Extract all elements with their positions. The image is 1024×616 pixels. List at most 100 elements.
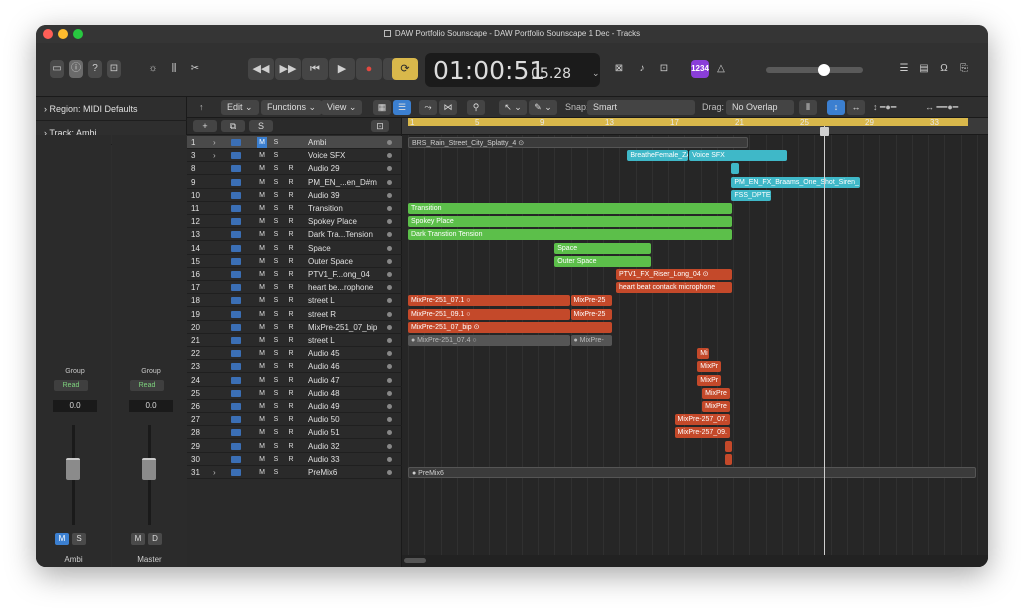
- vertical-zoom-icon[interactable]: ↕: [827, 100, 845, 115]
- audio-region[interactable]: PTV1_FX_Riser_Long_04 ⊙: [616, 269, 732, 280]
- grid-view-icon[interactable]: ▦: [373, 100, 391, 115]
- flex-icon[interactable]: ⋈: [439, 100, 457, 115]
- track-row[interactable]: 11 M S R Transition: [187, 202, 402, 215]
- track-row[interactable]: 3 › M S Voice SFX: [187, 149, 402, 163]
- track-mute-button[interactable]: M: [257, 441, 267, 452]
- audio-region[interactable]: PM_EN_FX_Braams_One_Shot_Siren_: [731, 176, 861, 188]
- track-name[interactable]: Audio 49: [308, 400, 392, 413]
- track-row[interactable]: 14 M S R Space: [187, 242, 402, 255]
- track-record-button[interactable]: R: [286, 177, 296, 188]
- track-solo-button[interactable]: S: [271, 256, 281, 267]
- audio-region[interactable]: FSS_DPTE: [731, 189, 771, 201]
- automation-mode[interactable]: Read: [54, 380, 88, 391]
- dim-button[interactable]: D: [148, 533, 162, 545]
- ruler[interactable]: 1 5 9 13 17 21 25 29 33: [402, 118, 988, 135]
- track-name[interactable]: Ambi: [308, 136, 392, 149]
- track-name[interactable]: Audio 32: [308, 440, 392, 453]
- track-mute-button[interactable]: M: [257, 269, 267, 280]
- track-mute-button[interactable]: M: [257, 467, 267, 478]
- track-record-button[interactable]: R: [286, 309, 296, 320]
- track-name[interactable]: Audio 51: [308, 426, 392, 439]
- audio-region[interactable]: heart beat contack microphone: [616, 282, 732, 294]
- track-record-button[interactable]: R: [286, 203, 296, 214]
- track-solo-button[interactable]: S: [271, 348, 281, 359]
- track-mute-button[interactable]: M: [257, 414, 267, 425]
- volume-readout[interactable]: 0.0: [53, 400, 97, 412]
- audio-region[interactable]: MixPre-251_07_bip ⊙: [408, 321, 612, 333]
- browser-icon[interactable]: ⎘: [956, 60, 972, 78]
- track-row[interactable]: 18 M S Rstreet L: [187, 294, 402, 308]
- track-solo-button[interactable]: S: [271, 177, 281, 188]
- track-row[interactable]: 21 M S Rstreet L: [187, 334, 402, 347]
- track-solo-button[interactable]: S: [271, 163, 281, 174]
- audio-region[interactable]: ● MixPre-: [570, 335, 612, 346]
- help-icon[interactable]: ?: [88, 60, 102, 78]
- track-name[interactable]: Audio 48: [308, 387, 392, 400]
- track-solo-button[interactable]: S: [271, 190, 281, 201]
- mixer-icon[interactable]: ⫼: [167, 60, 181, 78]
- volume-knob[interactable]: [818, 64, 831, 76]
- track-name[interactable]: Outer Space: [308, 255, 392, 268]
- track-record-button[interactable]: R: [286, 190, 296, 201]
- add-track-button[interactable]: +: [193, 120, 217, 132]
- catch-icon[interactable]: ⚲: [467, 100, 485, 115]
- vertical-zoom-slider[interactable]: ↕ ━●━: [873, 100, 921, 115]
- track-solo-button[interactable]: S: [271, 467, 281, 478]
- group-slot[interactable]: Group: [134, 368, 168, 375]
- track-name[interactable]: Audio 47: [308, 374, 392, 387]
- track-record-button[interactable]: R: [286, 401, 296, 412]
- snap-select[interactable]: Smart: [587, 100, 695, 115]
- track-solo-button[interactable]: S: [271, 137, 281, 148]
- track-name[interactable]: street L: [308, 294, 392, 307]
- playhead-handle[interactable]: [820, 127, 829, 136]
- audio-region[interactable]: Space: [554, 242, 651, 254]
- track-row[interactable]: 16 M S R PTV1_F...ong_04: [187, 268, 402, 281]
- track-mute-button[interactable]: M: [257, 388, 267, 399]
- functions-menu[interactable]: Functions ⌄: [261, 100, 323, 115]
- pencil-tool-icon[interactable]: ✎ ⌄: [529, 100, 557, 115]
- mute-button[interactable]: M: [131, 533, 145, 545]
- track-name[interactable]: PTV1_F...ong_04: [308, 268, 392, 281]
- mute-button[interactable]: M: [55, 533, 69, 545]
- group-slot[interactable]: Group: [58, 368, 92, 375]
- track-name[interactable]: Audio 39: [308, 189, 392, 202]
- audio-region[interactable]: MixPre: [702, 387, 731, 399]
- track-name[interactable]: Audio 45: [308, 347, 392, 360]
- audio-region[interactable]: MixPre-251_09.1 ○: [408, 308, 570, 320]
- catch-playhead-icon[interactable]: ⊡: [371, 120, 389, 132]
- track-record-button[interactable]: R: [286, 335, 296, 346]
- region-inspector-header[interactable]: › Region: MIDI Defaults: [36, 97, 187, 121]
- track-record-button[interactable]: R: [286, 361, 296, 372]
- info-icon[interactable]: ⓘ: [69, 60, 83, 78]
- track-name[interactable]: Audio 29: [308, 162, 392, 175]
- track-mute-button[interactable]: M: [257, 163, 267, 174]
- track-name[interactable]: Voice SFX: [308, 149, 392, 162]
- track-mute-button[interactable]: M: [257, 454, 267, 465]
- track-solo-button[interactable]: S: [271, 229, 281, 240]
- audio-region[interactable]: MixPr: [697, 374, 721, 386]
- pointer-tool-icon[interactable]: ↖ ⌄: [499, 100, 527, 115]
- track-record-button[interactable]: R: [286, 414, 296, 425]
- track-name[interactable]: street R: [308, 308, 392, 321]
- track-record-button[interactable]: R: [286, 256, 296, 267]
- master-volume-slider[interactable]: [766, 64, 863, 76]
- track-record-button[interactable]: R: [286, 441, 296, 452]
- track-solo-button[interactable]: S: [271, 216, 281, 227]
- track-row[interactable]: 13 M S R Dark Tra...Tension: [187, 228, 402, 242]
- track-record-button[interactable]: R: [286, 216, 296, 227]
- list-icon[interactable]: ☰: [896, 60, 912, 78]
- loops-icon[interactable]: Ω: [936, 60, 952, 78]
- drag-select[interactable]: No Overlap: [726, 100, 794, 115]
- track-row[interactable]: 30 M S R Audio 33: [187, 453, 402, 466]
- audio-region[interactable]: Mi: [697, 348, 710, 360]
- track-record-button[interactable]: R: [286, 388, 296, 399]
- track-row[interactable]: 8 M S R Audio 29: [187, 162, 402, 176]
- track-name[interactable]: Audio 46: [308, 360, 392, 373]
- audio-region[interactable]: Dark Transtion Tension: [408, 229, 732, 241]
- track-mute-button[interactable]: M: [257, 322, 267, 333]
- solo-button[interactable]: S: [72, 533, 86, 545]
- track-name[interactable]: Dark Tra...Tension: [308, 228, 392, 241]
- automation-mode[interactable]: Read: [130, 380, 164, 391]
- track-name[interactable]: street L: [308, 334, 392, 347]
- track-row[interactable]: 29 M S R Audio 32: [187, 440, 402, 453]
